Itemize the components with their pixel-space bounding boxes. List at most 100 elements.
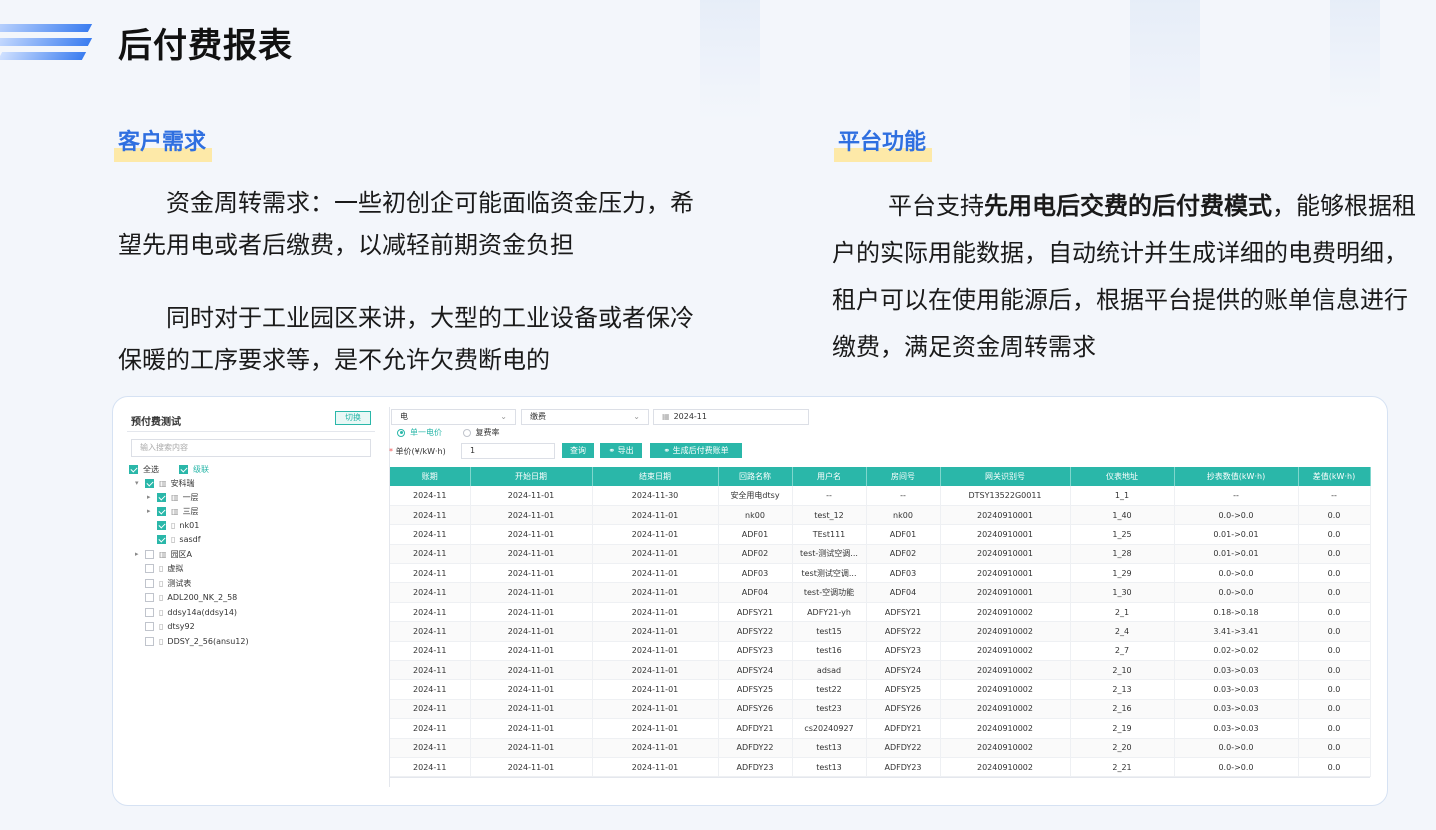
table-cell: 2024-11 (390, 641, 471, 662)
column-header: 回路名称 (718, 467, 793, 486)
table-cell: 0.0 (1298, 699, 1371, 720)
table-cell: 2024-11-01 (592, 699, 719, 720)
table-row[interactable]: 2024-11 2024-11-01 2024-11-01 ADFDY23 test13… (390, 757, 1371, 778)
checkbox-checked-icon (157, 521, 166, 530)
table-cell: 2024-11-01 (592, 660, 719, 681)
customer-needs-paragraph-2: 同时对于工业园区来讲，大型的工业设备或者保冷保暖的工序要求等，是不允许欠费断电的 (118, 304, 694, 374)
table-cell: 2024-11 (390, 738, 471, 758)
checkbox-icon (145, 564, 154, 573)
table-row[interactable]: 2024-11 2024-11-01 2024-11-01 ADFSY23 test16… (390, 641, 1371, 662)
checkbox-checked-icon (145, 479, 154, 488)
generate-bill-label: 生成后付费账单 (672, 446, 729, 455)
tree-node-dtsy92[interactable]: ▯ dtsy92 (145, 620, 195, 633)
table-cell: 0.0->0.0 (1174, 757, 1299, 778)
table-cell: 2024-11-01 (470, 582, 593, 603)
table-cell: 2024-11-01 (470, 718, 593, 739)
table-cell: 20240910001 (940, 544, 1071, 565)
table-cell: ADFSY24 (866, 660, 941, 681)
table-cell: 2024-11 (390, 505, 471, 526)
tree-node-floor1[interactable]: ▸ ▥ 一层 (147, 491, 199, 504)
tree-node-sasdf[interactable]: ▯ sasdf (157, 533, 201, 546)
table-cell: 安全用电dtsy (718, 486, 793, 506)
radio-single-price[interactable]: 单一电价 (397, 428, 442, 437)
table-cell: 2_1 (1070, 602, 1175, 623)
table-row[interactable]: 2024-11 2024-11-01 2024-11-01 ADFDY21 cs2024… (390, 718, 1371, 739)
table-cell: 0.0->0.0 (1174, 563, 1299, 584)
checkbox-icon (145, 579, 154, 588)
table-row[interactable]: 2024-11 2024-11-01 2024-11-01 ADFSY26 test23… (390, 699, 1371, 720)
table-row[interactable]: 2024-11 2024-11-01 2024-11-01 ADF03 test测试空调… (390, 563, 1371, 584)
table-cell: ADFSY23 (866, 641, 941, 662)
unit-price-input[interactable]: 1 (461, 443, 555, 459)
tree-node-label: 虚拟 (167, 564, 184, 573)
tree-node-ddsy14a[interactable]: ▯ ddsy14a(ddsy14) (145, 606, 237, 619)
table-cell: 0.0 (1298, 505, 1371, 526)
table-cell: 2024-11-01 (470, 544, 593, 565)
tree-node-adl200[interactable]: ▯ ADL200_NK_2_58 (145, 591, 237, 604)
cascade-checkbox[interactable]: 级联 (179, 463, 209, 476)
table-cell: ADFSY26 (866, 699, 941, 720)
table-cell: 1_30 (1070, 582, 1175, 603)
table-cell: ADF03 (866, 563, 941, 584)
table-cell: 1_28 (1070, 544, 1175, 565)
table-row[interactable]: 2024-11 2024-11-01 2024-11-01 ADF01 TEst111 A… (390, 524, 1371, 545)
table-cell: 2024-11 (390, 544, 471, 565)
table-row[interactable]: 2024-11 2024-11-01 2024-11-30 安全用电dtsy -- -- D… (390, 486, 1371, 506)
table-cell: 20240910001 (940, 582, 1071, 603)
table-footer-line (390, 777, 1370, 778)
export-button[interactable]: ⚭ 导出 (600, 443, 642, 458)
table-cell: 2024-11-01 (592, 524, 719, 545)
table-cell: ADFSY21 (718, 602, 793, 623)
table-row[interactable]: 2024-11 2024-11-01 2024-11-01 ADFSY21 ADFY21… (390, 602, 1371, 623)
select-all-checkbox[interactable]: 全选 (129, 463, 159, 476)
tree-search-input[interactable]: 输入搜索内容 (131, 439, 371, 457)
tree-node-nk01[interactable]: ▯ nk01 (157, 519, 199, 532)
table-cell: ADFSY26 (718, 699, 793, 720)
tree-node-label: dtsy92 (167, 622, 195, 631)
table-cell: 0.03->0.03 (1174, 718, 1299, 739)
table-row[interactable]: 2024-11 2024-11-01 2024-11-01 nk00 test_12 nk… (390, 505, 1371, 526)
table-cell: 0.0 (1298, 563, 1371, 584)
table-row[interactable]: 2024-11 2024-11-01 2024-11-01 ADFDY22 test13… (390, 738, 1371, 758)
energy-type-select[interactable]: 电 ⌄ (391, 409, 516, 425)
chevron-down-icon: ⌄ (500, 412, 507, 421)
app-screenshot-panel: 预付费测试 切换 输入搜索内容 全选 级联 ▾ ▥ 安科瑞 ▸ ▥ 一层 ▸ ▥ 三层 ▯ n… (112, 396, 1388, 806)
divider (127, 431, 375, 432)
table-cell: 20240910001 (940, 505, 1071, 526)
table-cell: -- (1174, 486, 1299, 506)
table-row[interactable]: 2024-11 2024-11-01 2024-11-01 ADF04 test-空调功… (390, 582, 1371, 603)
meter-icon: ▯ (159, 564, 164, 573)
table-cell: test-空调功能 (792, 582, 867, 603)
month-picker[interactable]: ▦ 2024-11 (653, 409, 809, 425)
generate-bill-button[interactable]: ⚭ 生成后付费账单 (650, 443, 742, 458)
tree-node-ddsy256[interactable]: ▯ DDSY_2_56(ansu12) (145, 635, 249, 648)
tree-node-test-table[interactable]: ▯ 测试表 (145, 577, 191, 590)
table-cell: 20240910002 (940, 699, 1071, 720)
radio-icon (462, 428, 471, 437)
tree-node-label: nk01 (179, 521, 200, 530)
tree-node-virtual[interactable]: ▯ 虚拟 (145, 562, 183, 575)
tree-node-root[interactable]: ▾ ▥ 安科瑞 (135, 477, 195, 490)
table-row[interactable]: 2024-11 2024-11-01 2024-11-01 ADFSY25 test22… (390, 679, 1371, 700)
table-cell: 2_21 (1070, 757, 1175, 778)
table-row[interactable]: 2024-11 2024-11-01 2024-11-01 ADFSY24 adsad A… (390, 660, 1371, 681)
section-heading-customer-needs: 客户需求 (113, 124, 213, 162)
switch-button[interactable]: 切换 (335, 411, 371, 425)
fee-type-select[interactable]: 缴费 ⌄ (521, 409, 649, 425)
radio-multi-rate[interactable]: 复费率 (462, 428, 500, 437)
table-cell: 0.01->0.01 (1174, 524, 1299, 545)
table-cell: 2024-11-01 (592, 679, 719, 700)
required-mark: * (389, 447, 393, 456)
table-cell: 2024-11-01 (592, 505, 719, 526)
table-cell: ADFSY24 (718, 660, 793, 681)
query-button[interactable]: 查询 (562, 443, 594, 458)
table-cell: test测试空调... (792, 563, 867, 584)
column-header: 用户名 (792, 467, 867, 486)
tree-node-park-a[interactable]: ▸ ▥ 园区A (135, 548, 192, 561)
tree-node-label: 测试表 (167, 579, 192, 588)
table-cell: 1_1 (1070, 486, 1175, 506)
table-row[interactable]: 2024-11 2024-11-01 2024-11-01 ADFSY22 test15… (390, 621, 1371, 642)
select-all-label: 全选 (143, 465, 159, 474)
table-row[interactable]: 2024-11 2024-11-01 2024-11-01 ADF02 test-测试空… (390, 544, 1371, 565)
tree-node-floor3[interactable]: ▸ ▥ 三层 (147, 505, 199, 518)
